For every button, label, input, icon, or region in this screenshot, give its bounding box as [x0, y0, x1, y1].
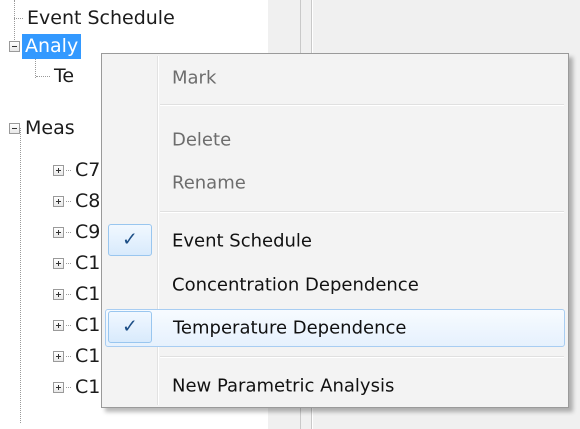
menu-item-mark[interactable]: Mark — [105, 59, 565, 97]
tree-node-label: C1 — [75, 251, 101, 274]
menu-item-rename[interactable]: Rename — [105, 164, 565, 202]
checkmark-box: ✓ — [108, 311, 152, 343]
menu-separator — [160, 356, 564, 358]
tree-node-measurement[interactable]: C7 — [53, 155, 103, 185]
context-menu: Mark Delete Rename ✓ Event Schedule Conc… — [101, 53, 569, 408]
tree-node-event-schedule[interactable]: Event Schedule — [14, 3, 178, 33]
collapse-icon[interactable] — [9, 40, 20, 52]
menu-separator — [160, 211, 564, 213]
menu-item-concentration-dependence[interactable]: Concentration Dependence — [105, 266, 565, 304]
expand-icon[interactable] — [53, 257, 64, 269]
tree-node-label: C1 — [75, 375, 101, 398]
tree-node-measurement[interactable]: C9 — [53, 217, 103, 247]
checkmark-icon: ✓ — [122, 315, 138, 338]
tree-connector — [20, 128, 21, 423]
tree-node-label: C1 — [75, 313, 101, 336]
tree-node-measurement[interactable]: C1 — [53, 372, 103, 402]
expand-icon[interactable] — [53, 164, 64, 176]
tree-node-measurement[interactable]: C1 — [53, 248, 103, 278]
expand-icon[interactable] — [53, 288, 64, 300]
tree-node-label: C1 — [75, 282, 101, 305]
tree-node-measurement[interactable]: C1 — [53, 310, 103, 340]
expand-icon[interactable] — [53, 226, 64, 238]
tree-node-measurement[interactable]: C1 — [53, 341, 103, 371]
tree-node-analysis[interactable]: Analy — [9, 31, 82, 61]
tree-node-measurement[interactable]: C8 — [53, 186, 103, 216]
tree-node-label: C1 — [75, 344, 101, 367]
menu-item-event-schedule[interactable]: ✓ Event Schedule — [105, 222, 565, 260]
expand-icon[interactable] — [53, 381, 64, 393]
checkmark-icon: ✓ — [122, 228, 138, 251]
tree-node-measurement[interactable]: C1 — [53, 279, 103, 309]
tree-node-label: Analy — [22, 33, 82, 59]
collapse-icon[interactable] — [9, 122, 20, 134]
tree-node-label: C9 — [75, 220, 101, 243]
tree-node-label: Meas — [25, 116, 75, 139]
menu-separator — [160, 104, 564, 106]
tree-node-label: Te — [54, 64, 75, 87]
expand-icon[interactable] — [53, 195, 64, 207]
expand-icon[interactable] — [53, 350, 64, 362]
menu-item-temperature-dependence[interactable]: ✓ Temperature Dependence — [105, 309, 565, 347]
menu-item-delete[interactable]: Delete — [105, 121, 565, 159]
expand-icon[interactable] — [53, 319, 64, 331]
menu-item-new-parametric-analysis[interactable]: New Parametric Analysis — [105, 367, 565, 405]
tree-node-label: C7 — [75, 158, 101, 181]
tree-node-measurements[interactable]: Meas — [9, 113, 78, 143]
tree-node-label: C8 — [75, 189, 101, 212]
tree-node-analysis-child[interactable]: Te — [36, 61, 77, 91]
checkmark-box: ✓ — [108, 224, 152, 256]
tree-node-label: Event Schedule — [27, 6, 175, 29]
